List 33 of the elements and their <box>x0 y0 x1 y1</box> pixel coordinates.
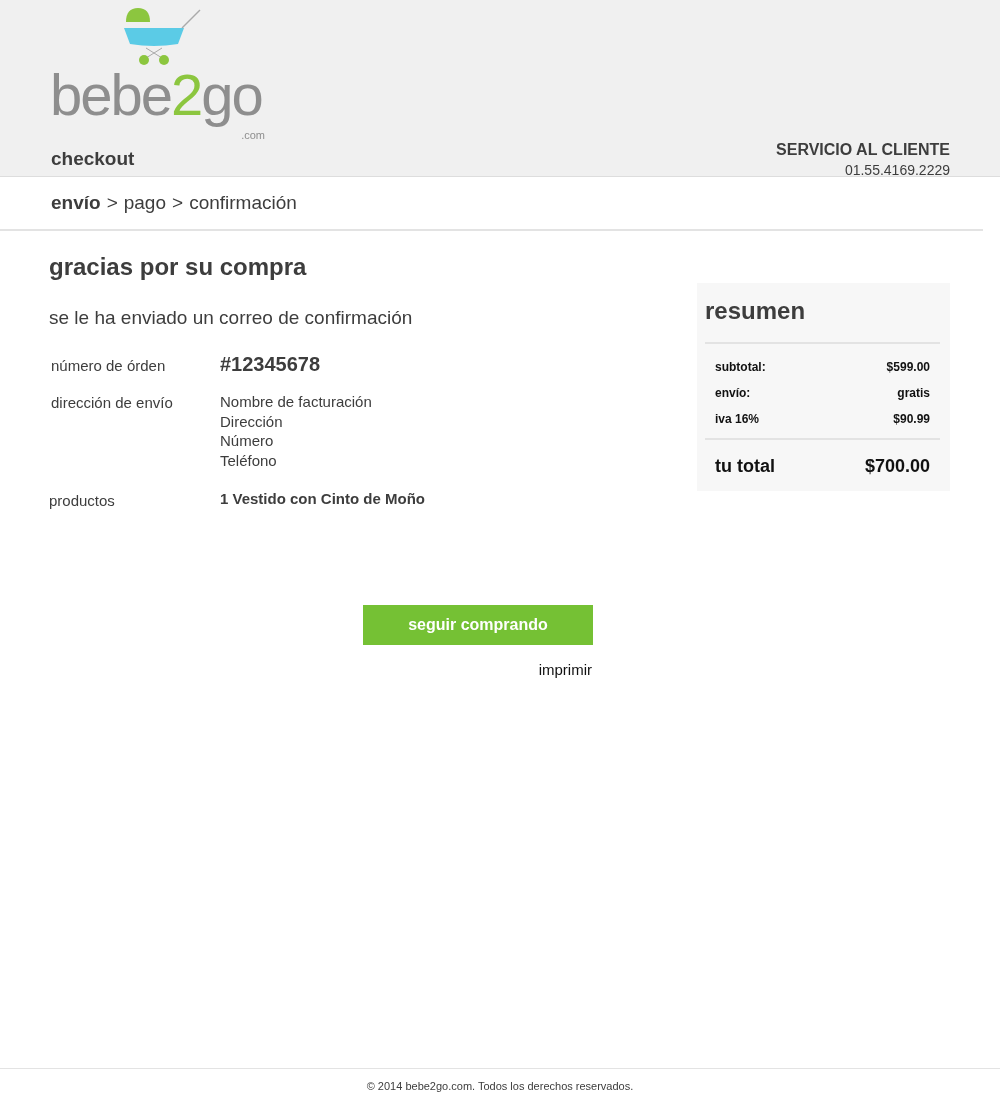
confirmation-message: se le ha enviado un correo de confirmación <box>49 307 414 329</box>
stroller-icon <box>124 8 204 66</box>
breadcrumb-separator: > <box>172 192 184 214</box>
heading: gracias por su compra <box>49 253 308 281</box>
detail-value: Dirección <box>220 411 284 431</box>
logo-text: bebe2go <box>50 62 262 129</box>
service-phone: 01.55.4169.2229 <box>843 161 950 176</box>
total-label: tu total <box>715 456 775 477</box>
detail-label: número de órden <box>50 356 167 376</box>
summary-title: resumen <box>705 297 940 344</box>
detail-label: productos <box>49 491 116 509</box>
breadcrumb-separator: > <box>106 192 118 214</box>
summary-label: envío: <box>715 386 751 400</box>
summary-label: iva 16% <box>715 412 760 426</box>
summary-value: gratis <box>897 386 930 400</box>
breadcrumb-step: confirmación <box>189 192 297 214</box>
detail-value: Teléfono <box>220 450 278 470</box>
summary-label: subtotal: <box>715 360 766 374</box>
detail-value: Número <box>220 431 275 451</box>
summary-value: $90.99 <box>893 412 930 426</box>
page-title: checkout <box>51 147 135 170</box>
total-value: $700.00 <box>864 456 930 477</box>
service-label: SERVICIO AL CLIENTE <box>776 140 950 159</box>
summary-value: $599.00 <box>886 360 930 374</box>
breadcrumb-step: envío <box>51 192 101 214</box>
copyright: © 2014 bebe2go.com. Todos los derechos reservados. <box>366 1079 634 1092</box>
logo-suffix: .com <box>241 128 265 141</box>
detail-value: 1 Vestido con Cinto de Moño <box>220 490 426 507</box>
detail-label: dirección de envío <box>50 393 174 413</box>
detail-value: #12345678 <box>220 353 322 376</box>
print-link[interactable]: imprimir <box>538 661 592 678</box>
detail-value: Nombre de facturación <box>220 392 373 412</box>
breadcrumb-step: pago <box>123 192 166 214</box>
